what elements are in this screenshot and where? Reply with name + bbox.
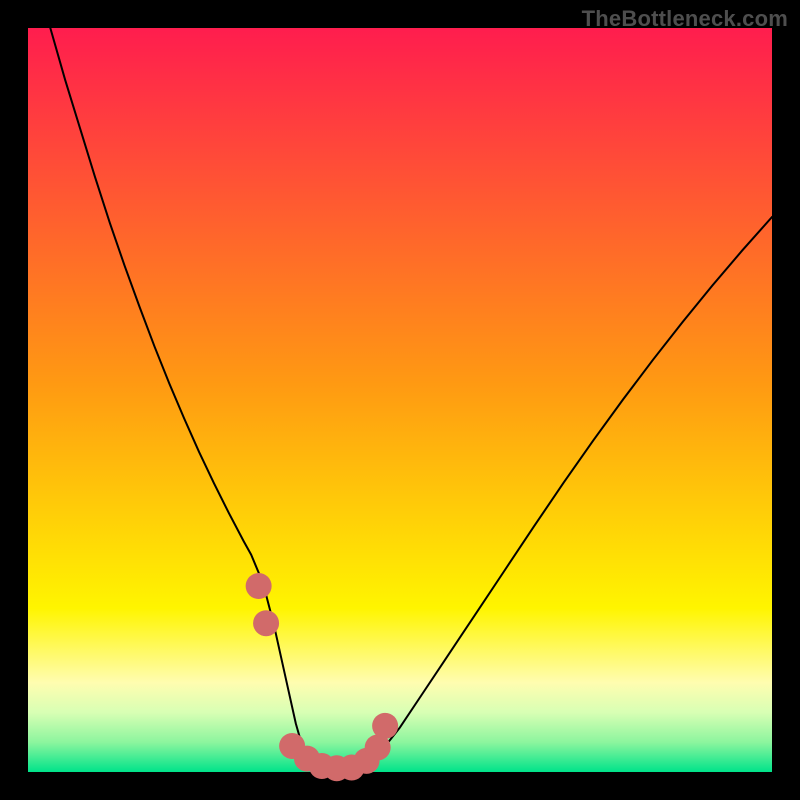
highlight-dot (253, 610, 279, 636)
highlight-dot (372, 713, 398, 739)
highlight-dot (246, 573, 272, 599)
watermark-text: TheBottleneck.com (582, 6, 788, 32)
plot-background (28, 28, 772, 772)
bottleneck-chart (0, 0, 800, 800)
chart-root: TheBottleneck.com (0, 0, 800, 800)
